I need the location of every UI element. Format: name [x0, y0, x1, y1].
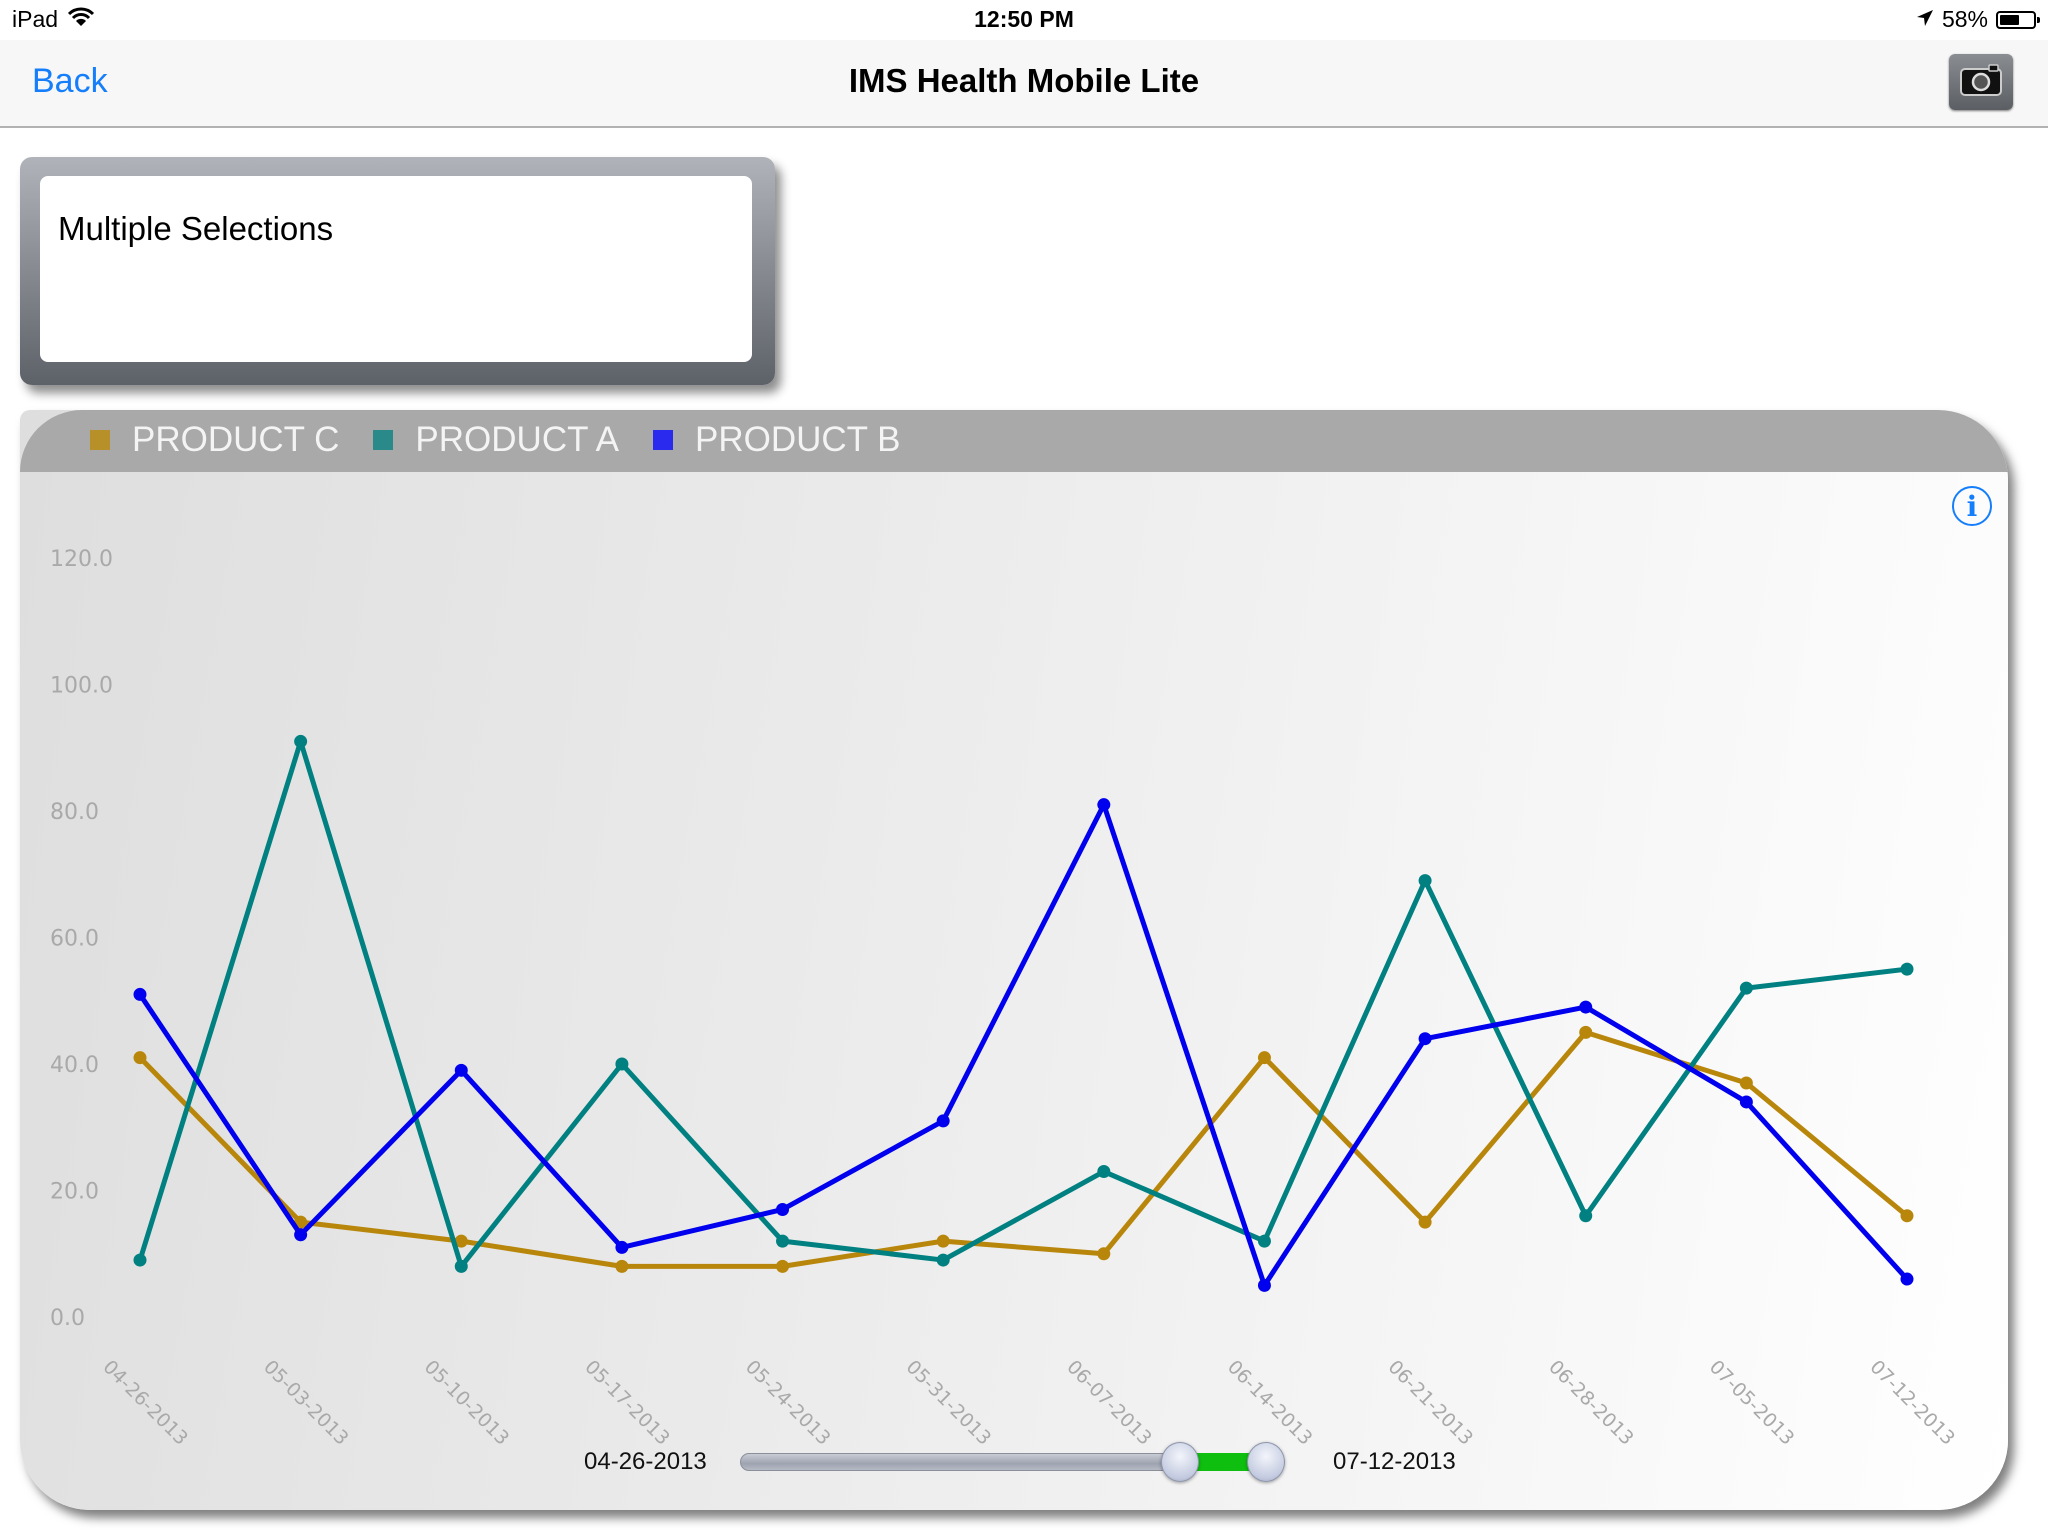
data-point[interactable]: [615, 1240, 629, 1254]
data-point[interactable]: [1739, 1076, 1753, 1090]
data-point[interactable]: [133, 1253, 147, 1267]
x-tick-label: 07-12-2013: [1865, 1356, 1959, 1450]
range-end-label: 07-12-2013: [1333, 1448, 1456, 1475]
x-tick-label: 06-28-2013: [1544, 1356, 1638, 1450]
data-point[interactable]: [133, 1051, 147, 1065]
data-point[interactable]: [615, 1259, 629, 1273]
range-slider-lower-thumb[interactable]: [1160, 1442, 1199, 1482]
data-point[interactable]: [1257, 1051, 1271, 1065]
data-point[interactable]: [936, 1234, 950, 1248]
x-tick-label: 06-21-2013: [1384, 1356, 1478, 1450]
data-point[interactable]: [1097, 798, 1111, 812]
data-point[interactable]: [1579, 1025, 1593, 1039]
data-point[interactable]: [1739, 981, 1753, 995]
range-slider-upper-thumb[interactable]: [1247, 1442, 1285, 1482]
range-start-label: 04-26-2013: [584, 1448, 707, 1475]
data-point[interactable]: [1900, 1272, 1914, 1286]
data-point[interactable]: [454, 1063, 468, 1077]
data-point[interactable]: [1418, 874, 1432, 888]
data-point[interactable]: [615, 1057, 629, 1071]
y-tick-label: 120.0: [50, 547, 113, 572]
data-point[interactable]: [1097, 1247, 1111, 1261]
x-tick-label: 04-26-2013: [98, 1356, 192, 1450]
x-tick-label: 05-03-2013: [259, 1356, 353, 1450]
y-tick-label: 100.0: [50, 674, 113, 699]
data-point[interactable]: [776, 1202, 790, 1216]
data-point[interactable]: [936, 1253, 950, 1267]
y-tick-label: 20.0: [50, 1180, 99, 1205]
data-point[interactable]: [1900, 1209, 1914, 1223]
data-point[interactable]: [1900, 962, 1914, 976]
x-tick-label: 07-05-2013: [1705, 1356, 1799, 1450]
data-point[interactable]: [1097, 1165, 1111, 1179]
data-point[interactable]: [1579, 1209, 1593, 1223]
data-point[interactable]: [1257, 1278, 1271, 1292]
data-point[interactable]: [294, 1228, 308, 1242]
data-point[interactable]: [776, 1234, 790, 1248]
x-tick-label: 06-07-2013: [1062, 1356, 1156, 1450]
data-point[interactable]: [1257, 1234, 1271, 1248]
data-point[interactable]: [1739, 1095, 1753, 1109]
y-tick-label: 80.0: [50, 800, 99, 825]
data-point[interactable]: [294, 734, 308, 748]
data-point[interactable]: [1418, 1032, 1432, 1046]
x-tick-label: 05-31-2013: [902, 1356, 996, 1450]
x-tick-label: 06-14-2013: [1223, 1356, 1317, 1450]
series-line: [138, 1029, 1909, 1269]
data-point[interactable]: [133, 987, 147, 1001]
data-point[interactable]: [1579, 1000, 1593, 1014]
x-tick-label: 05-10-2013: [420, 1356, 514, 1450]
series-line: [137, 738, 1908, 1269]
series-product-a: [133, 734, 1914, 1273]
data-point[interactable]: [776, 1259, 790, 1273]
x-tick-label: 05-24-2013: [741, 1356, 835, 1450]
data-point[interactable]: [454, 1259, 468, 1273]
data-point[interactable]: [936, 1114, 950, 1128]
y-tick-label: 0.0: [50, 1306, 85, 1331]
data-point[interactable]: [1418, 1215, 1432, 1229]
y-tick-label: 60.0: [50, 927, 99, 952]
y-tick-label: 40.0: [50, 1053, 99, 1078]
x-tick-label: 05-17-2013: [580, 1356, 674, 1450]
line-chart: 0.0 20.0 40.0 60.0 80.0 100.0 120.0 04-26-2013 0…: [50, 547, 1959, 1450]
